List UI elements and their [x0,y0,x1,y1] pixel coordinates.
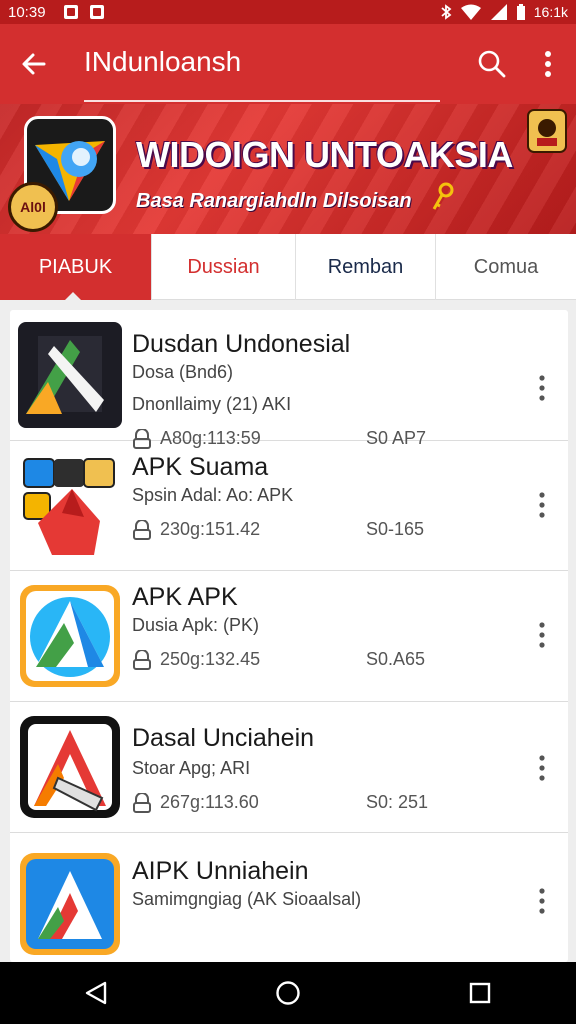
item-menu-button[interactable] [532,748,552,788]
emblem-icon [527,109,567,153]
tab-piabuk[interactable]: PIABUK [0,234,152,301]
app-icon [23,458,115,555]
app-subtitle: Dusia Apk: (PK) [132,615,260,635]
banner-subtitle: Basa Ranargiahdln Dilsoisan [136,190,412,212]
tab-label: Remban [327,255,404,278]
overflow-menu-button[interactable] [520,24,576,104]
lock-icon [133,792,151,813]
back-button[interactable] [0,24,68,104]
app-icon [20,716,120,818]
more-vert-icon [539,622,545,648]
notification-icon [63,5,78,19]
bluetooth-icon [441,4,452,20]
more-vert-icon [539,492,545,518]
list-item[interactable]: APK Suama Spsin Adal: Ao: APK 230g:151.4… [10,441,568,571]
banner-badge: Al0l [8,182,58,232]
more-vert-icon [545,51,551,77]
triangle-back-icon [85,981,107,1005]
signal-icon [490,4,507,20]
app-detail: Dnonllaimy (21) AKI [132,394,292,414]
app-name: APK Suama [132,453,269,481]
app-stat-value: 267g:113.60 [160,792,259,812]
promo-banner[interactable]: Al0l WIDOIGN UNTOAKSIA Basa Ranargiahdln… [0,104,576,234]
system-nav-bar [0,962,576,1024]
search-underline [84,100,440,102]
battery-icon [516,4,525,20]
app-stats: 230g:151.42 [132,519,260,540]
mail-icon [89,5,104,19]
search-icon [478,50,506,78]
list-item[interactable]: APK APK Dusia Apk: (PK) 250g:132.45 S0.A… [10,571,568,702]
app-stat-value: 250g:132.45 [160,649,261,669]
nav-recents-button[interactable] [450,963,510,1023]
tab-dussian[interactable]: Dussian [152,234,296,300]
app-icon [20,853,120,955]
nav-home-button[interactable] [258,963,318,1023]
status-clock: 16:1k [533,4,568,20]
banner-badge-text: Al0l [20,199,46,215]
category-tabs: PIABUK Dussian Remban Comua [0,234,576,301]
lock-icon [133,649,151,670]
list-item[interactable]: Dusdan Undonesial Dosa (Bnd6) Dnonllaimy… [10,310,568,449]
app-bar-title: INdunloansh [84,46,242,77]
more-vert-icon [539,755,545,781]
more-vert-icon [539,888,545,914]
banner-title: WIDOIGN UNTOAKSIA [136,134,513,175]
lock-icon [133,519,151,540]
more-vert-icon [539,375,545,401]
key-icon [432,182,454,210]
app-code: S0-165 [366,519,425,539]
app-subtitle: Samimgngiag (AK Sioaalsal) [132,889,362,909]
tab-comua[interactable]: Comua [436,234,576,300]
app-icon [20,585,120,687]
tab-label: PIABUK [38,255,113,278]
app-icon [18,322,122,428]
app-name: APK APK [132,583,238,611]
tab-label: Dussian [187,255,260,278]
item-menu-button[interactable] [532,485,552,525]
app-stat-value: 230g:151.42 [160,519,261,539]
status-time: 10:39 [8,3,46,21]
app-stats: 267g:113.60 [132,792,259,813]
item-menu-button[interactable] [532,881,552,921]
item-menu-button[interactable] [532,368,552,408]
app-code: S0.A65 [366,649,426,669]
square-recents-icon [469,982,491,1004]
app-name: AIPK Unniahein [132,857,309,885]
circle-home-icon [276,981,300,1005]
app-stats: 250g:132.45 [132,649,260,670]
tab-remban[interactable]: Remban [296,234,436,300]
search-button[interactable] [464,24,520,104]
app-code: S0: 251 [366,792,429,812]
app-subtitle: Dosa (Bnd6) [132,362,234,382]
list-item[interactable]: AIPK Unniahein Samimgngiag (AK Sioaalsal… [10,833,568,962]
search-field[interactable]: INdunloansh [68,24,464,104]
app-name: Dusdan Undonesial [132,330,351,358]
arrow-left-icon [22,53,46,75]
app-subtitle: Spsin Adal: Ao: APK [132,485,294,505]
app-bar: INdunloansh [0,24,576,104]
nav-back-button[interactable] [66,963,126,1023]
item-menu-button[interactable] [532,615,552,655]
app-list: Dusdan Undonesial Dosa (Bnd6) Dnonllaimy… [10,310,568,962]
tab-label: Comua [473,255,539,278]
list-item[interactable]: Dasal Unciahein Stoar Apg; ARI 267g:113.… [10,702,568,833]
wifi-icon [460,4,481,20]
status-bar: 10:39 16:1k [0,0,576,24]
app-name: Dasal Unciahein [132,724,315,752]
app-subtitle: Stoar Apg; ARI [132,758,251,778]
